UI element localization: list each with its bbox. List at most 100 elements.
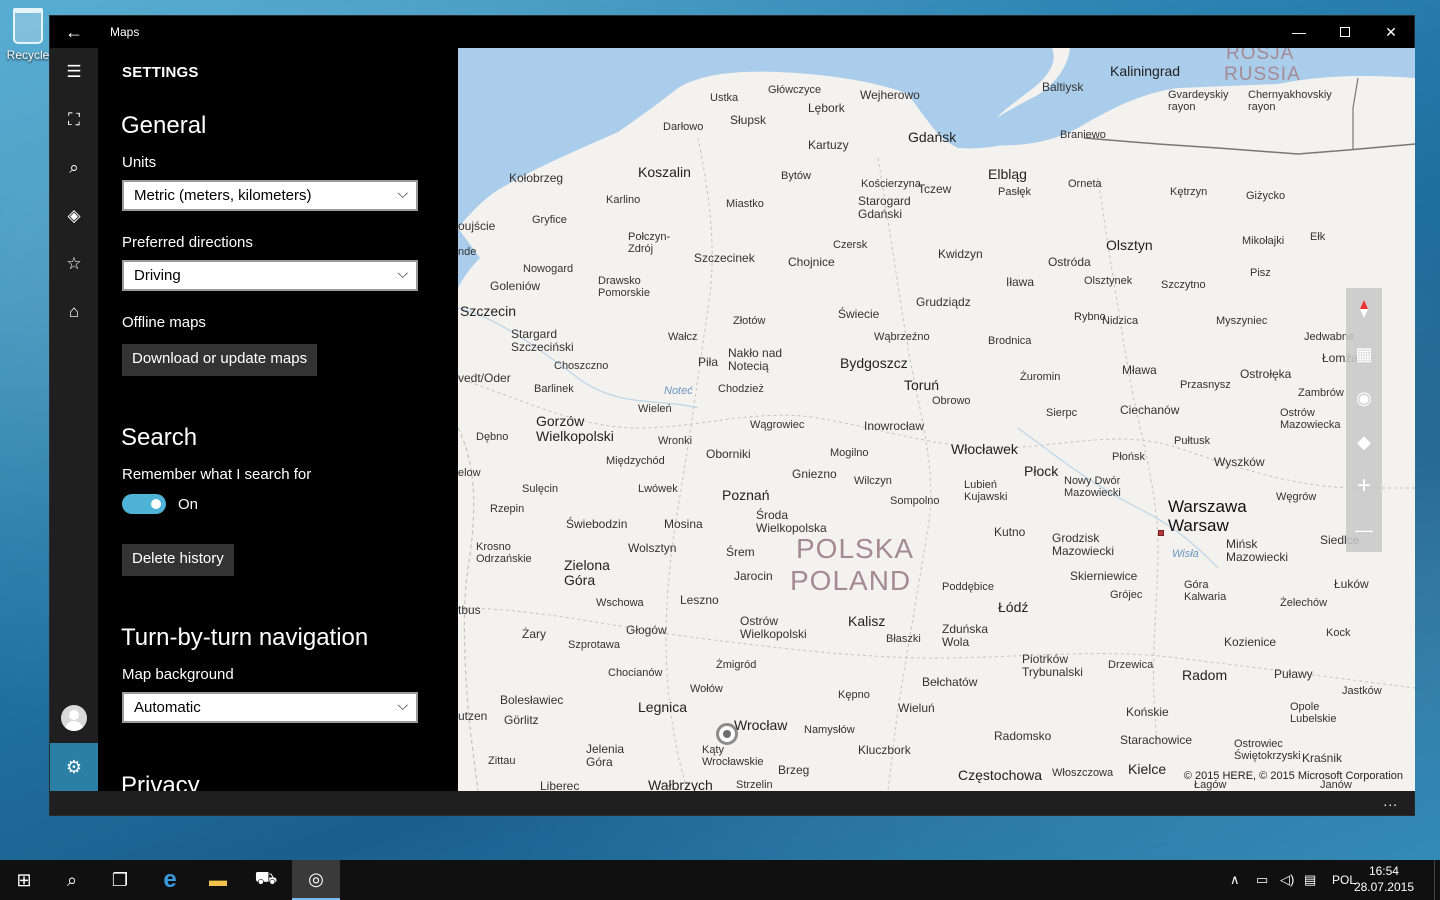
map-label-orneta: Orneta [1068, 178, 1102, 190]
taskbar: ⊞ ⌕ ❐ e ▬ ⛟ ◎ ∧ ▭ ◁) ▤ POL 16:54 28.07.2… [0, 860, 1440, 900]
map-label-lodz: Łódź [998, 599, 1029, 615]
aerial-view-button[interactable]: ▦ [1346, 332, 1382, 376]
map-label-kwidzyn: Kwidzyn [938, 247, 983, 261]
current-location-marker[interactable] [716, 723, 738, 745]
map-label-gniezno: Gniezno [792, 467, 837, 481]
store-icon: ⛟ [254, 868, 278, 888]
units-dropdown[interactable]: Metric (meters, kilometers) ⌵ [122, 180, 418, 211]
edge-button[interactable]: e [146, 860, 194, 900]
map-label-mlawa: Mława [1122, 363, 1157, 377]
map-label-ostrow-wlkp: Ostrów Wielkopolski [740, 614, 807, 641]
account-avatar-icon[interactable] [61, 705, 87, 731]
more-options-icon[interactable]: ... [1383, 793, 1398, 809]
map-label-krasnik: Kraśnik [1302, 751, 1343, 765]
map-label-gdansk: Gdańsk [908, 129, 957, 145]
map-label-braniewo: Braniewo [1060, 129, 1106, 141]
map-label-naklo: Nakło nad Notecią [728, 346, 783, 373]
units-label: Units [122, 154, 157, 171]
taskbar-search-button[interactable]: ⌕ [48, 860, 96, 900]
warsaw-capital-marker [1158, 530, 1164, 536]
action-center-button[interactable]: ▤ [1304, 860, 1316, 900]
back-button[interactable]: ← [50, 16, 98, 48]
clock[interactable]: 16:54 28.07.2015 [1354, 863, 1414, 895]
network-button[interactable]: ▭ [1256, 860, 1268, 900]
delete-history-button[interactable]: Delete history [122, 544, 234, 576]
map-label-plock: Płock [1024, 463, 1059, 479]
map-label-mikolajki: Mikołajki [1242, 235, 1285, 247]
rail-favorites-button[interactable]: ☆ [50, 240, 98, 288]
map-label-zambrow: Zambrów [1298, 387, 1344, 399]
file-explorer-button[interactable]: ▬ [194, 860, 242, 900]
edge-icon: e [163, 866, 177, 893]
cities-3d-icon: ⌂ [68, 302, 80, 321]
map-background-dropdown[interactable]: Automatic ⌵ [122, 692, 418, 723]
map-label-russia: RUSSIA [1224, 64, 1301, 85]
map-label-wilczyn: Wilczyn [854, 475, 892, 487]
tray-overflow-button[interactable]: ∧ [1230, 860, 1240, 900]
map-layers-button[interactable]: ◆ [1346, 420, 1382, 464]
map-label-gryfice: Gryfice [532, 214, 567, 226]
map-label-wyszkow: Wyszków [1214, 455, 1265, 469]
recycle-bin-icon [13, 8, 43, 44]
map-label-wielen: Wieleń [638, 403, 672, 415]
preferred-directions-dropdown[interactable]: Driving ⌵ [122, 260, 418, 291]
map-label-gorzow: Gorzów Wielkopolski [536, 413, 614, 444]
rail-map-button[interactable]: ⛶ [50, 96, 98, 144]
remember-search-toggle[interactable] [122, 494, 166, 514]
minimize-button[interactable]: — [1276, 16, 1322, 48]
map-label-kluczbork: Kluczbork [858, 743, 911, 757]
volume-icon: ◁) [1280, 872, 1295, 887]
map-label-brodnica: Brodnica [988, 335, 1032, 347]
recycle-bin-shortcut[interactable]: Recycle [4, 8, 52, 62]
map-label-sroda: Środa Wielkopolska [756, 508, 827, 535]
general-heading: General [121, 112, 207, 139]
map-canvas[interactable]: Kaliningrad ROSJA RUSSIA Baltiysk Gvarde… [458, 48, 1415, 791]
show-desktop-button[interactable] [1434, 860, 1440, 900]
hamburger-menu-button[interactable]: ☰ [50, 48, 98, 96]
close-button[interactable]: ✕ [1368, 16, 1414, 48]
map-label-pultusk: Pułtusk [1174, 435, 1211, 447]
map-label-kepno: Kępno [838, 689, 870, 701]
map-label-wejherowo: Wejherowo [860, 88, 920, 102]
map-label-rzepin: Rzepin [490, 503, 525, 515]
volume-button[interactable]: ◁) [1280, 860, 1294, 900]
maps-icon: ◎ [308, 868, 324, 889]
task-view-button[interactable]: ❐ [96, 860, 144, 900]
map-label-olsztynek: Olsztynek [1084, 275, 1133, 287]
map-layers-icon: ◆ [1357, 431, 1371, 452]
task-view-icon: ❐ [111, 869, 129, 890]
map-label-kartuzy: Kartuzy [808, 138, 849, 152]
show-my-location-button[interactable]: ◉ [1346, 376, 1382, 420]
zoom-out-button[interactable]: — [1346, 508, 1382, 552]
map-label-chernyakhovskiy: Chernyakhovskiy rayon [1248, 89, 1332, 113]
store-button[interactable]: ⛟ [242, 860, 290, 900]
navigation-rail: ☰ ⛶ ⌕ ◈ ☆ ⌂ ⚙ [50, 48, 98, 791]
hamburger-icon: ☰ [66, 62, 82, 81]
map-label-kutno: Kutno [994, 525, 1026, 539]
rail-3d-cities-button[interactable]: ⌂ [50, 288, 98, 336]
app-bottom-bar: ... [50, 791, 1414, 815]
map-label-inowroclaw: Inowrocław [864, 419, 925, 433]
chevron-down-icon: ⌵ [397, 697, 408, 713]
map-label-szczecinek: Szczecinek [694, 251, 755, 265]
input-language-button[interactable]: POL [1332, 860, 1356, 900]
download-maps-button[interactable]: Download or update maps [122, 344, 318, 376]
map-label-slupsk: Słupsk [730, 113, 767, 127]
zoom-in-button[interactable]: + [1346, 464, 1382, 508]
start-button[interactable]: ⊞ [0, 860, 48, 900]
map-label-rosja: ROSJA [1226, 48, 1295, 64]
rail-settings-button[interactable]: ⚙ [50, 743, 98, 791]
maximize-button[interactable] [1322, 16, 1368, 48]
map-label-opole-lub: Opole Lubelskie [1290, 701, 1337, 725]
map-label-sulecin: Sulęcin [522, 483, 559, 495]
compass-button[interactable] [1346, 288, 1382, 332]
map-label-zmigrod: Żmigród [716, 659, 757, 671]
map-label-ostrow-maz: Ostrów Mazowiecka [1280, 407, 1341, 431]
rail-directions-button[interactable]: ◈ [50, 192, 98, 240]
map-label-kaliningrad: Kaliningrad [1110, 63, 1181, 79]
map-label-szczecin: Szczecin [460, 303, 517, 319]
maps-taskbar-button[interactable]: ◎ [292, 860, 340, 900]
rail-search-button[interactable]: ⌕ [50, 144, 98, 192]
notification-icon: ▤ [1304, 872, 1317, 887]
map-label-stargard: Stargard Szczeciński [511, 327, 574, 354]
